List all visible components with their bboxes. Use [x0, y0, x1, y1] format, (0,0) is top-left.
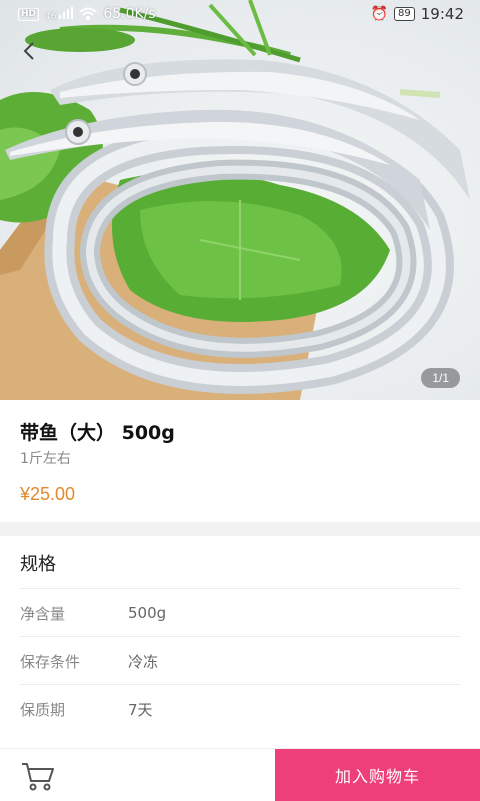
spec-label: 保存条件 [20, 652, 81, 671]
shopping-cart-icon [22, 763, 54, 791]
product-info: 带鱼（大） 500g 1斤左右 ¥25.00 [0, 400, 480, 522]
status-bar: HD 46 65.0K/s ⏰ 89 19:42 [0, 0, 480, 28]
fish-photo [0, 0, 470, 400]
product-subtitle: 1斤左右 [20, 451, 71, 467]
battery-indicator: 89 [394, 7, 415, 21]
spec-value: 500g [128, 604, 167, 622]
network-speed: 65.0K/s [103, 6, 156, 22]
image-counter: 1/1 [421, 368, 460, 388]
signal-icon: 46 [45, 6, 74, 22]
product-name: 带鱼（大） 500g [20, 422, 175, 444]
specs-title: 规格 [20, 554, 56, 575]
clock-time: 19:42 [420, 5, 464, 23]
spec-label: 净含量 [20, 604, 66, 623]
back-button[interactable] [14, 36, 44, 66]
add-to-cart-button[interactable]: 加入购物车 [275, 749, 480, 801]
spec-value: 冷冻 [128, 652, 159, 671]
specs-section: 规格 净含量 500g 保存条件 冷冻 保质期 7天 [0, 536, 480, 748]
product-price: ¥25.00 [20, 484, 76, 504]
hd-badge: HD [18, 7, 40, 21]
bottom-action-bar: 加入购物车 [0, 748, 480, 801]
cart-button[interactable] [18, 759, 58, 793]
spec-row: 净含量 500g [20, 588, 460, 637]
spec-value: 7天 [128, 700, 153, 719]
spec-row: 保质期 7天 [20, 684, 460, 733]
chevron-left-icon [23, 42, 34, 60]
spec-row: 保存条件 冷冻 [20, 636, 460, 685]
alarm-clock-icon: ⏰ [370, 6, 389, 22]
wifi-icon [79, 7, 98, 20]
product-image[interactable] [0, 0, 480, 400]
spec-label: 保质期 [20, 700, 66, 719]
